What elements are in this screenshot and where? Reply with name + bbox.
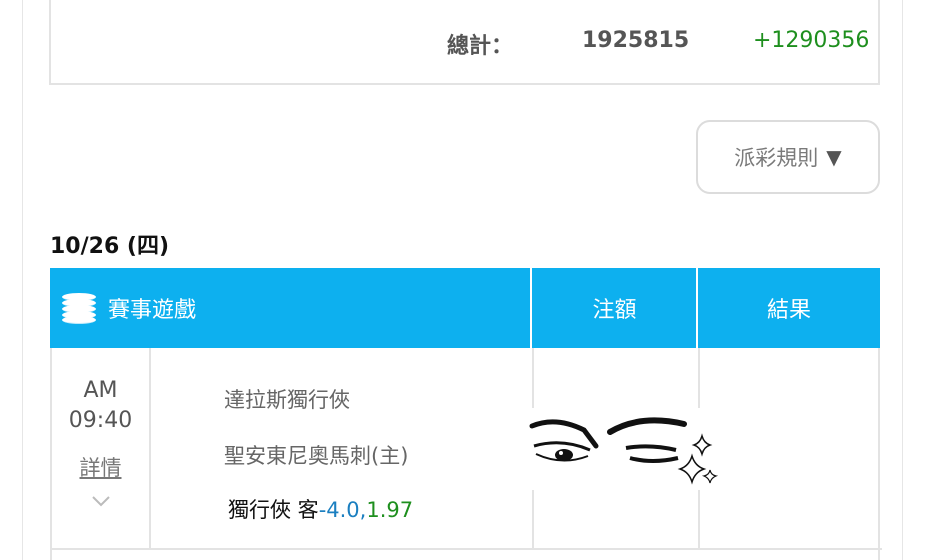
page-frame-left xyxy=(22,0,23,560)
match-ampm: AM xyxy=(83,378,118,403)
chevron-down-icon[interactable] xyxy=(88,488,114,514)
header-result-label: 結果 xyxy=(766,298,811,323)
table-header: 賽事遊戲 注額 結果 xyxy=(50,268,880,348)
team-away: 達拉斯獨行俠 xyxy=(224,388,350,412)
row-divider xyxy=(149,348,151,550)
detail-link[interactable]: 詳情 xyxy=(52,452,149,482)
summary-panel: 總計： 1925815 +1290356 xyxy=(49,0,880,85)
header-stake-label: 注額 xyxy=(592,298,637,323)
page-frame-right xyxy=(902,0,903,560)
header-game: 賽事遊戲 xyxy=(50,268,531,348)
header-stake: 注額 xyxy=(532,268,697,348)
payout-rules-button[interactable]: 派彩規則 ▼ xyxy=(696,120,880,194)
bet-selection: 獨行俠 客-4.0,1.97 xyxy=(228,494,413,524)
coins-stack-icon xyxy=(62,293,96,324)
date-heading: 10/26 (四) xyxy=(50,234,170,259)
summary-label: 總計： xyxy=(447,34,514,59)
bet-odds: 1.97 xyxy=(366,498,414,522)
summary-total: 1925815 xyxy=(582,28,690,53)
summary-gain: +1290356 xyxy=(753,28,870,53)
match-clock: 09:40 xyxy=(68,408,133,433)
sticker-eyes-icon xyxy=(526,408,724,490)
header-game-label: 賽事遊戲 xyxy=(108,298,197,323)
row-bottom-border xyxy=(52,548,882,550)
match-time: AM 09:40 xyxy=(52,376,149,436)
bet-handicap: -4.0, xyxy=(318,498,367,522)
header-result: 結果 xyxy=(698,268,880,348)
table-row: AM 09:40 詳情 達拉斯獨行俠 聖安東尼奧馬刺(主) 獨行俠 客-4.0,… xyxy=(50,348,882,560)
team-home: 聖安東尼奧馬刺(主) xyxy=(224,444,409,468)
triangle-down-icon: ▼ xyxy=(826,145,842,169)
payout-rules-label: 派彩規則 xyxy=(734,146,819,170)
bet-pick: 獨行俠 客 xyxy=(228,498,319,522)
